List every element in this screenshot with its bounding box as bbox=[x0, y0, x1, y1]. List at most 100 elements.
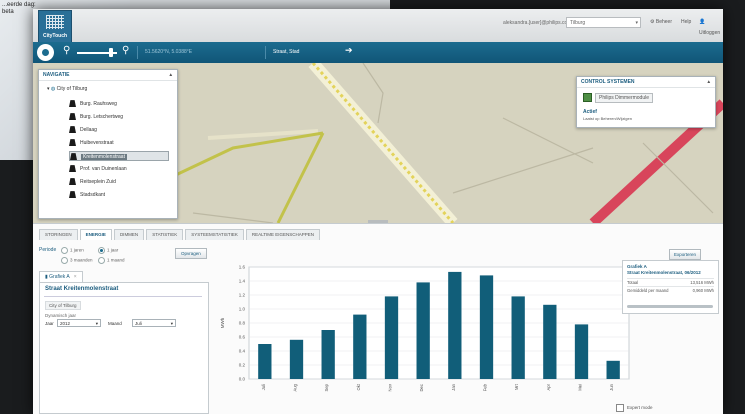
tree-root[interactable]: ▾ ◍ City of Tilburg bbox=[47, 86, 87, 92]
manage-button[interactable]: ⚙ Beheer bbox=[650, 17, 672, 28]
x-tick-label: Jun bbox=[609, 383, 614, 390]
citytouch-logo[interactable]: CityTouch bbox=[38, 10, 72, 43]
close-icon[interactable]: × bbox=[74, 274, 77, 280]
y-tick-label: 0.6 bbox=[239, 335, 246, 340]
y-tick-label: 0.2 bbox=[239, 363, 246, 368]
divider bbox=[44, 296, 202, 297]
zoom-out-icon[interactable]: ⚲ bbox=[63, 45, 70, 56]
tree-item[interactable]: Burg. Letschertweg bbox=[69, 112, 169, 122]
chart-bar bbox=[606, 360, 620, 379]
control-systems-panel: CONTROL SYSTEMEN ▴ Philips Dimmermodule A… bbox=[576, 76, 716, 128]
export-button[interactable]: Exporteren bbox=[669, 249, 702, 260]
summary-row: Totaal 13,516 MWh bbox=[627, 278, 714, 285]
control-systems-title: CONTROL SYSTEMEN ▴ bbox=[577, 77, 715, 88]
street-icon bbox=[69, 191, 76, 199]
summary-row: Gemiddeld per maand 0,960 MWh bbox=[627, 286, 714, 293]
chart-bar bbox=[289, 339, 304, 379]
navigation-panel: NAVIGATIE ▴ ▾ ◍ City of Tilburg Burg. Rau… bbox=[38, 69, 178, 219]
tab-dimmen[interactable]: Dimmen bbox=[113, 229, 145, 240]
street-icon bbox=[69, 165, 76, 173]
control-system-desc: Laatst op Beheren/Wijzigen bbox=[583, 116, 632, 121]
control-system-item[interactable]: Philips Dimmermodule bbox=[583, 93, 654, 103]
tree-item[interactable]: Stadsdkant bbox=[69, 190, 169, 200]
radio-period-selected[interactable]: 1 jaar bbox=[98, 247, 118, 254]
y-tick-label: 0.0 bbox=[239, 377, 246, 382]
y-tick-label: 1.2 bbox=[239, 293, 246, 298]
x-tick-label: Feb bbox=[483, 383, 488, 391]
street-search-input[interactable]: Straat, Stad bbox=[273, 47, 341, 58]
energy-chart: 0.0 0.2 0.4 0.6 0.8 1.0 1.2 1.4 1.6 MWh Juli Aug Sep… bbox=[214, 257, 639, 414]
horizontal-scrollbar[interactable] bbox=[627, 305, 713, 308]
street-icon bbox=[69, 100, 76, 108]
year-select[interactable]: 2012 ▾ bbox=[57, 319, 101, 327]
tree-item[interactable]: Dellaag bbox=[69, 125, 169, 135]
help-button[interactable]: Help bbox=[681, 17, 691, 28]
tab-realtime[interactable]: Realtime Eigenschappen bbox=[245, 229, 321, 240]
x-tick-label: Juli bbox=[261, 384, 266, 390]
y-tick-label: 1.4 bbox=[239, 279, 246, 284]
city-select[interactable]: Tilburg ▾ bbox=[566, 17, 641, 28]
city-tag[interactable]: City of Tilburg bbox=[45, 301, 81, 310]
analysis-tabs: Storingen Energie Dimmen Statistiek Systeems… bbox=[39, 229, 322, 240]
radio-period[interactable]: 1 jaren bbox=[61, 247, 84, 254]
chart-bar bbox=[543, 304, 557, 379]
tree-item[interactable]: Huibevenstraat bbox=[69, 138, 169, 148]
tab-energie[interactable]: Energie bbox=[79, 229, 112, 240]
y-tick-label: 0.4 bbox=[239, 349, 246, 354]
chart-bar bbox=[384, 296, 399, 379]
header-bar: CityTouch aleksandra.[user]@philips.com … bbox=[33, 9, 723, 43]
street-icon bbox=[69, 178, 76, 186]
street-icon bbox=[69, 113, 76, 121]
month-label: Maand bbox=[108, 321, 122, 326]
chevron-down-icon: ▾ bbox=[170, 321, 173, 326]
tree-item[interactable]: Burg. Rauhsweg bbox=[69, 99, 169, 109]
y-tick-label: 0.8 bbox=[239, 321, 246, 326]
period-label: Periode bbox=[39, 247, 57, 253]
logout-button[interactable]: 👤 Uitloggen bbox=[699, 17, 723, 36]
collapse-icon[interactable]: ▴ bbox=[169, 70, 172, 80]
zoom-in-icon[interactable]: ⚲ bbox=[122, 45, 129, 56]
x-tick-label: Aug bbox=[293, 383, 298, 391]
map-toolbar: ⚲ ⚲ 51.5620°N, 5.0388°E Straat, Stad ➔ bbox=[33, 42, 723, 64]
collapse-icon[interactable]: ▴ bbox=[707, 77, 710, 87]
expert-mode-toggle[interactable]: Expert mode bbox=[616, 404, 653, 412]
x-tick-label: Mrt bbox=[514, 383, 519, 390]
period-type-label: Dynamisch jaar bbox=[45, 313, 77, 318]
chart-bar bbox=[353, 314, 367, 379]
tab-storingen[interactable]: Storingen bbox=[39, 229, 78, 240]
coordinate-readout: 51.5620°N, 5.0388°E bbox=[145, 49, 193, 55]
chart-bar bbox=[574, 324, 589, 379]
query-button[interactable]: Opvragen bbox=[175, 248, 207, 259]
chart-bar bbox=[416, 282, 430, 379]
chart-icon: ▮ bbox=[45, 274, 48, 280]
street-title: Straat Kreitenmolenstraat bbox=[45, 286, 119, 292]
x-tick-label: Dec bbox=[419, 384, 424, 391]
app-window: CityTouch aleksandra.[user]@philips.com … bbox=[33, 9, 723, 414]
checkbox[interactable] bbox=[616, 404, 624, 412]
background-text: ...eerde dag: beta bbox=[2, 2, 36, 15]
summary-title: Grafiek A bbox=[627, 264, 647, 269]
chart-bar bbox=[321, 330, 335, 379]
city-grid-icon bbox=[46, 15, 64, 29]
tree-item[interactable]: Prof. van Duinenlaan bbox=[69, 164, 169, 174]
chart-bar bbox=[479, 275, 494, 379]
street-icon bbox=[70, 153, 77, 161]
tab-statistiek[interactable]: Statistiek bbox=[146, 229, 184, 240]
tab-systeemstatistiek[interactable]: Systeemstatistiek bbox=[185, 229, 244, 240]
user-email: aleksandra.[user]@philips.com bbox=[503, 20, 572, 26]
month-select[interactable]: Juli ▾ bbox=[132, 319, 176, 327]
radio-period[interactable]: 3 maanden bbox=[61, 257, 93, 264]
analysis-panel: Storingen Energie Dimmen Statistiek Systeems… bbox=[33, 223, 723, 414]
x-tick-label: Mei bbox=[578, 384, 583, 391]
tree-item-selected[interactable]: Kreitenmolenstraat bbox=[69, 151, 169, 161]
map-view[interactable]: NAVIGATIE ▴ ▾ ◍ City of Tilburg Burg. Rau… bbox=[33, 63, 723, 223]
toolbar-divider bbox=[137, 46, 138, 59]
tree-item[interactable]: Reitseplein Zuid bbox=[69, 177, 169, 187]
navigation-title: NAVIGATIE ▴ bbox=[39, 70, 177, 81]
x-tick-label: Sep bbox=[324, 383, 329, 391]
pan-control-icon[interactable] bbox=[37, 44, 54, 61]
radio-period[interactable]: 1 maand bbox=[98, 257, 125, 264]
zoom-slider-handle[interactable] bbox=[109, 48, 113, 57]
search-go-icon[interactable]: ➔ bbox=[345, 45, 353, 56]
y-tick-label: 1.0 bbox=[239, 307, 246, 312]
